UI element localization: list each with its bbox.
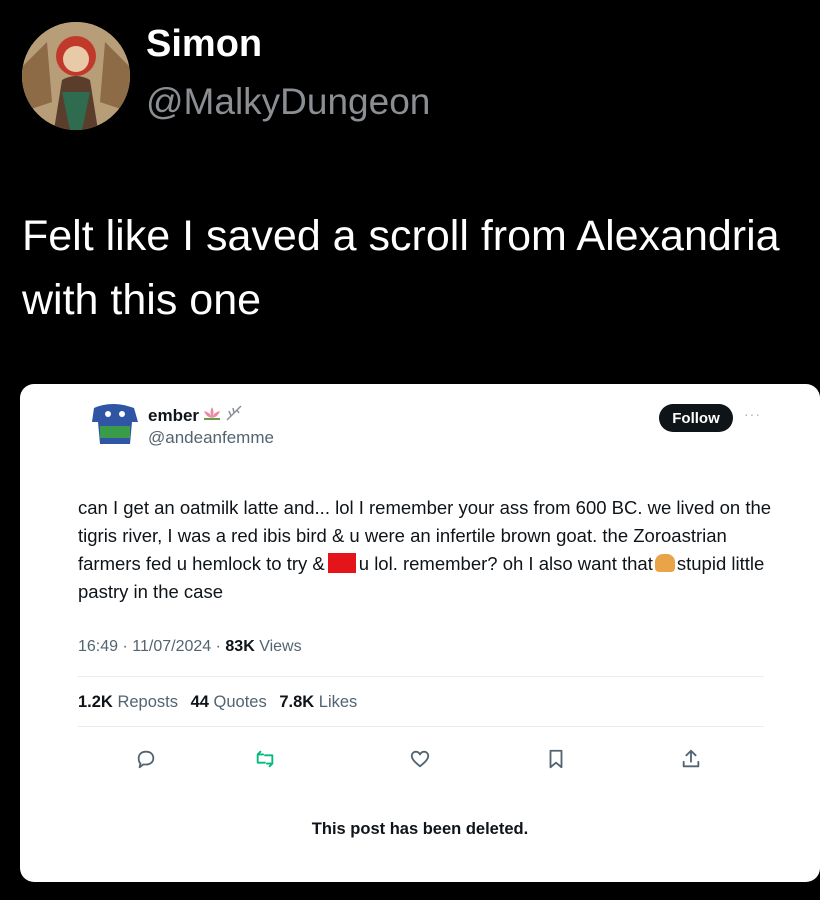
inner-avatar[interactable] (82, 400, 152, 446)
inner-name-row: ember (148, 404, 245, 427)
like-icon[interactable] (405, 744, 435, 774)
deleted-notice: This post has been deleted. (311, 820, 529, 838)
follow-button[interactable]: Follow (659, 404, 733, 432)
quoted-tweet-card[interactable]: ember @andeanfemme Follow ··· can I get … (20, 384, 820, 882)
feather-icon (225, 404, 245, 427)
views-count: 83K (225, 638, 255, 655)
tweet-meta: 16:49 · 11/07/2024 · 83K Views (78, 638, 302, 655)
quoted-tweet-text: can I get an oatmilk latte and... lol I … (78, 494, 778, 606)
more-options-icon[interactable]: ··· (744, 406, 761, 422)
outer-handle[interactable]: @MalkyDungeon (146, 80, 430, 124)
lotus-icon (202, 406, 222, 425)
repost-icon[interactable] (250, 744, 280, 774)
outer-avatar[interactable] (22, 22, 130, 130)
inner-display-name[interactable]: ember (148, 406, 199, 426)
share-icon[interactable] (676, 744, 706, 774)
inner-handle[interactable]: @andeanfemme (148, 428, 274, 448)
tweet-text-part-2: u lol. remember? oh I also want that (358, 553, 653, 574)
redaction-box (327, 553, 356, 573)
tweet-date[interactable]: 11/07/2024 (132, 638, 211, 655)
tweet-time[interactable]: 16:49 (78, 638, 118, 655)
engagement-stats: 1.2K Reposts 44 Quotes 7.8K Likes (78, 693, 357, 712)
outer-display-name[interactable]: Simon (146, 22, 262, 66)
reposts-label[interactable]: Reposts (117, 693, 178, 711)
screenshot-frame: Simon @MalkyDungeon Felt like I saved a … (0, 0, 820, 900)
likes-label[interactable]: Likes (319, 693, 358, 711)
reposts-count[interactable]: 1.2K (78, 693, 113, 711)
quotes-count[interactable]: 44 (191, 693, 209, 711)
bread-emoji-icon (654, 554, 675, 572)
divider-top (78, 676, 764, 677)
outer-tweet-text: Felt like I saved a scroll from Alexandr… (22, 212, 780, 324)
divider-bottom (78, 726, 764, 727)
reply-icon[interactable] (131, 744, 161, 774)
likes-count[interactable]: 7.8K (279, 693, 314, 711)
views-label: Views (259, 638, 302, 655)
bookmark-icon[interactable] (541, 744, 571, 774)
action-bar (20, 744, 820, 774)
quotes-label[interactable]: Quotes (214, 693, 267, 711)
